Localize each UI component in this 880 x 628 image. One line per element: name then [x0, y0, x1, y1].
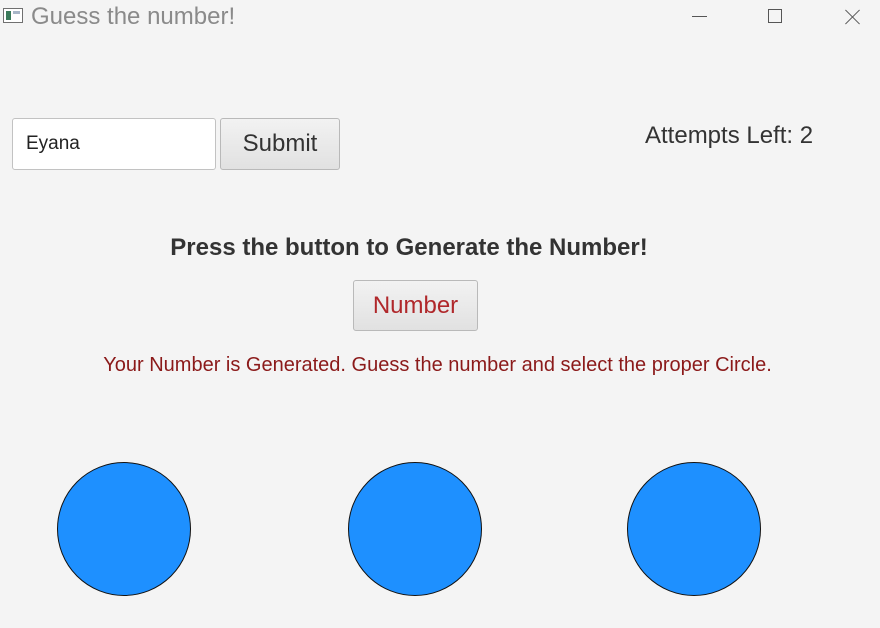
guess-circle-2[interactable]: [348, 462, 482, 596]
generate-number-button[interactable]: Number: [353, 280, 478, 331]
app-icon: [3, 8, 23, 23]
guess-circle-3[interactable]: [627, 462, 761, 596]
window-title: Guess the number!: [31, 3, 236, 30]
status-message: Your Number is Generated. Guess the numb…: [103, 354, 772, 376]
minimize-icon[interactable]: [676, 0, 722, 34]
app-window: Guess the number! Submit Attempts Left: …: [0, 0, 880, 628]
close-icon[interactable]: [829, 0, 875, 34]
title-bar: Guess the number!: [0, 0, 880, 34]
submit-button[interactable]: Submit: [220, 118, 340, 170]
name-input[interactable]: [12, 118, 216, 170]
attempts-left-label: Attempts Left: 2: [645, 122, 814, 149]
generate-instruction-heading: Press the button to Generate the Number!: [170, 234, 648, 261]
guess-circle-1[interactable]: [57, 462, 191, 596]
maximize-icon[interactable]: [752, 0, 798, 34]
